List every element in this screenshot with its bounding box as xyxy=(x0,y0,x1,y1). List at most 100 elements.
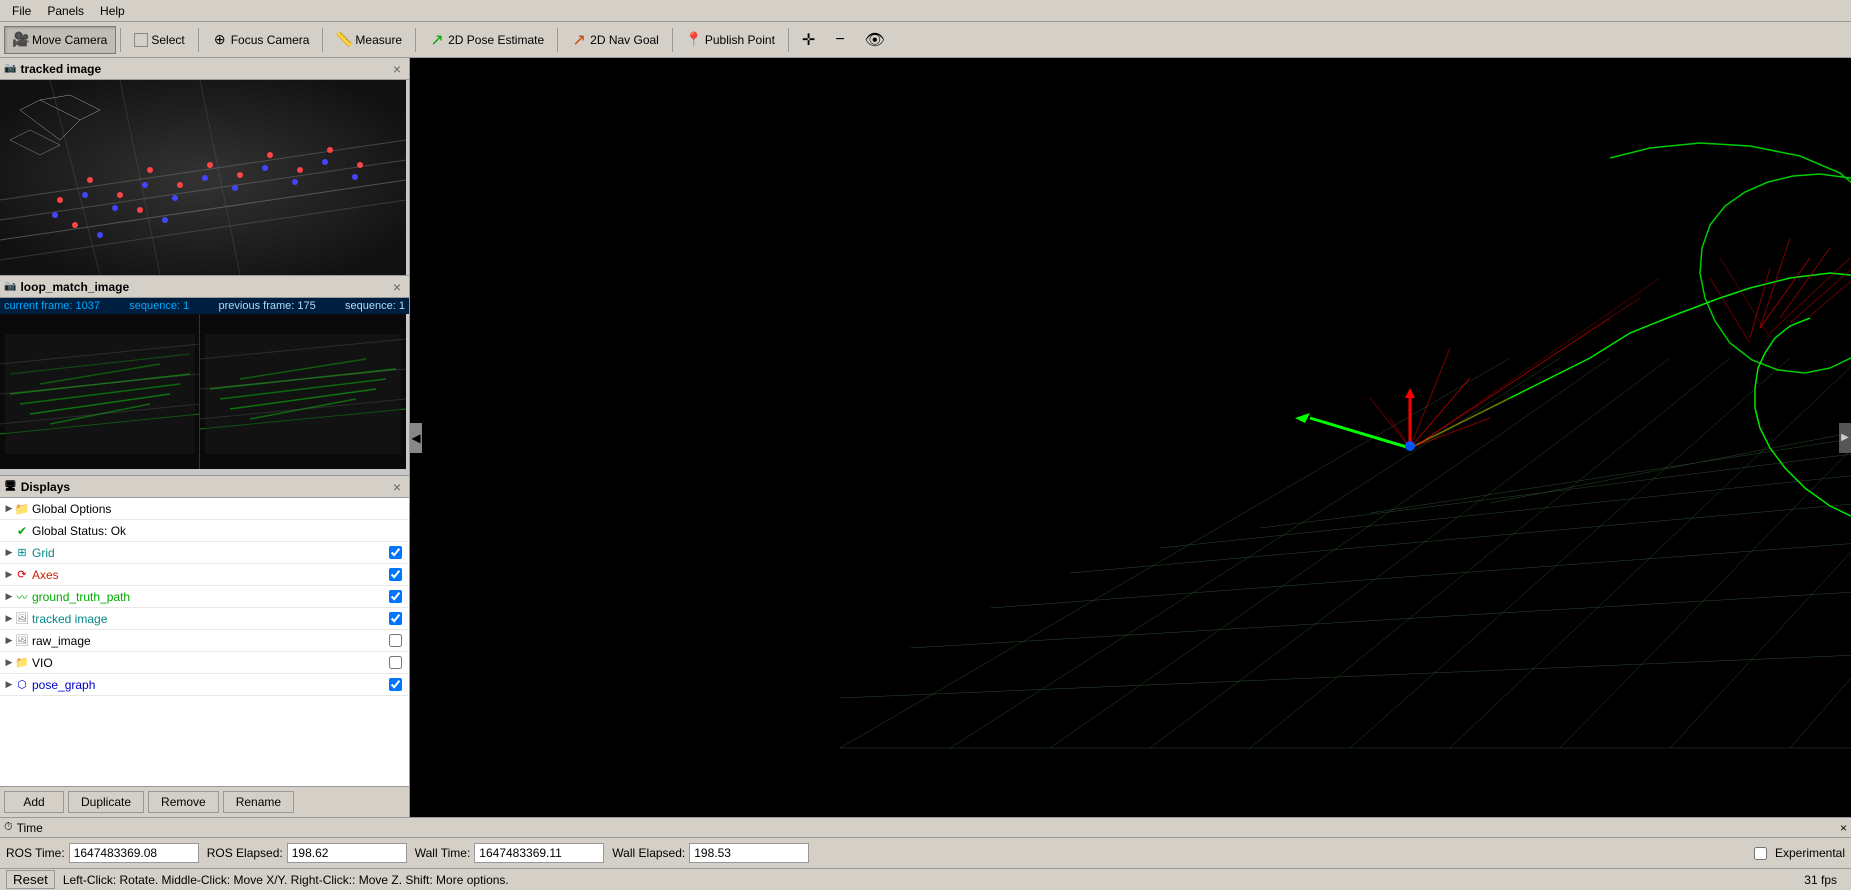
time-panel-title: Time xyxy=(17,821,43,835)
axes-checkbox[interactable] xyxy=(389,568,402,581)
menu-file[interactable]: File xyxy=(4,2,39,20)
display-row-grid[interactable]: ▶ ⊞ Grid xyxy=(0,542,409,564)
right-collapse-handle[interactable]: ▶ xyxy=(1839,423,1851,453)
time-right: Experimental xyxy=(1754,846,1845,860)
pose-graph-toggle: ▶ xyxy=(4,680,14,690)
focus-camera-button[interactable]: ⊕ Focus Camera xyxy=(203,26,319,54)
ground-truth-checkbox-container xyxy=(385,590,405,603)
ros-elapsed-field: ROS Elapsed: xyxy=(207,843,407,863)
tracked-image-icon: 📷 xyxy=(4,63,16,74)
loop-match-label: loop_match_image xyxy=(20,280,129,294)
time-panel-close[interactable]: × xyxy=(1840,821,1847,835)
menu-panels[interactable]: Panels xyxy=(39,2,92,20)
display-row-pose-graph[interactable]: ▶ ⬡ pose_graph xyxy=(0,674,409,696)
tracked-image-header: 📷 tracked image × xyxy=(0,58,409,80)
tracked-image-canvas xyxy=(0,80,406,275)
menu-bar: File Panels Help xyxy=(0,0,1851,22)
grid-toggle: ▶ xyxy=(4,548,14,558)
pose-graph-checkbox[interactable] xyxy=(389,678,402,691)
loop-match-icon: 📷 xyxy=(4,281,16,292)
displays-panel: 🖥 Displays × ▶ 📁 Global Options ✔ Global… xyxy=(0,476,409,817)
loop-match-canvas xyxy=(0,314,406,469)
experimental-checkbox[interactable] xyxy=(1754,847,1767,860)
duplicate-button[interactable]: Duplicate xyxy=(68,791,144,813)
axes-icon: ⟳ xyxy=(14,567,30,583)
collapse-handle[interactable]: ◀ xyxy=(410,423,422,453)
select-icon xyxy=(134,33,148,47)
display-row-tracked-image[interactable]: ▶ 🖼 tracked image xyxy=(0,608,409,630)
experimental-label: Experimental xyxy=(1775,846,1845,860)
toolbar: 🎥 Move Camera Select ⊕ Focus Camera 📏 Me… xyxy=(0,22,1851,58)
pose-estimate-button[interactable]: ↗ 2D Pose Estimate xyxy=(420,26,553,54)
display-row-global-options[interactable]: ▶ 📁 Global Options xyxy=(0,498,409,520)
zoom-out-icon: − xyxy=(835,31,844,49)
raw-image-checkbox[interactable] xyxy=(389,634,402,647)
rename-button[interactable]: Rename xyxy=(223,791,294,813)
publish-point-icon: 📍 xyxy=(686,32,702,48)
displays-header: 🖥 Displays × xyxy=(0,476,409,498)
reset-button[interactable]: Reset xyxy=(6,870,55,889)
displays-icon: 🖥 xyxy=(4,481,17,492)
bottom-panels: ⏱ Time × ROS Time: ROS Elapsed: Wall Tim… xyxy=(0,817,1851,875)
global-options-toggle: ▶ xyxy=(4,504,14,514)
zoom-in-button[interactable]: 👁 xyxy=(856,26,894,54)
move-camera-icon: 🎥 xyxy=(13,32,29,48)
move-camera-button[interactable]: 🎥 Move Camera xyxy=(4,26,116,54)
global-status-name: Global Status: Ok xyxy=(32,524,405,538)
display-row-axes[interactable]: ▶ ⟳ Axes xyxy=(0,564,409,586)
zoom-in-icon: 👁 xyxy=(865,30,885,50)
loop-match-close[interactable]: × xyxy=(389,279,405,295)
grid-checkbox-container xyxy=(385,546,405,559)
interact-button[interactable]: ✛ xyxy=(793,26,824,54)
nav-goal-button[interactable]: ↗ 2D Nav Goal xyxy=(562,26,668,54)
wall-elapsed-input[interactable] xyxy=(689,843,809,863)
measure-button[interactable]: 📏 Measure xyxy=(327,26,411,54)
display-row-ground-truth[interactable]: ▶ 〰 ground_truth_path xyxy=(0,586,409,608)
zoom-out-button[interactable]: − xyxy=(826,26,853,54)
add-button[interactable]: Add xyxy=(4,791,64,813)
measure-icon: 📏 xyxy=(336,32,352,48)
tracked-image-label: tracked image xyxy=(20,62,101,76)
remove-button[interactable]: Remove xyxy=(148,791,219,813)
loop-match-right-svg xyxy=(200,314,406,469)
grid-checkbox[interactable] xyxy=(389,546,402,559)
wall-time-input[interactable] xyxy=(474,843,604,863)
tracked-image-svg xyxy=(0,80,406,275)
ros-time-field: ROS Time: xyxy=(6,843,199,863)
vio-checkbox[interactable] xyxy=(389,656,402,669)
toolbar-sep-4 xyxy=(415,28,416,52)
toolbar-sep-3 xyxy=(322,28,323,52)
display-row-global-status[interactable]: ✔ Global Status: Ok xyxy=(0,520,409,542)
previous-frame-text: previous frame: 175 xyxy=(219,300,316,312)
3d-viewport[interactable]: ◀ ▶ xyxy=(410,58,1851,817)
vio-icon: 📁 xyxy=(14,655,30,671)
ros-time-input[interactable] xyxy=(69,843,199,863)
current-frame-text: current frame: 1037 xyxy=(4,300,100,312)
wall-elapsed-label: Wall Elapsed: xyxy=(612,846,685,860)
axes-name: Axes xyxy=(32,568,385,582)
tracked-image-display-icon: 🖼 xyxy=(14,611,30,627)
display-row-vio[interactable]: ▶ 📁 VIO xyxy=(0,652,409,674)
publish-point-button[interactable]: 📍 Publish Point xyxy=(677,26,784,54)
tracked-image-checkbox[interactable] xyxy=(389,612,402,625)
menu-help[interactable]: Help xyxy=(92,2,133,20)
grid-icon: ⊞ xyxy=(14,545,30,561)
ground-truth-checkbox[interactable] xyxy=(389,590,402,603)
vio-checkbox-container xyxy=(385,656,405,669)
select-button[interactable]: Select xyxy=(125,26,193,54)
displays-close[interactable]: × xyxy=(389,479,405,495)
loop-match-left-svg xyxy=(0,314,200,469)
pose-estimate-icon: ↗ xyxy=(429,32,445,48)
global-status-icon: ✔ xyxy=(14,523,30,539)
tracked-image-close[interactable]: × xyxy=(389,61,405,77)
display-row-raw-image[interactable]: ▶ 🖼 raw_image xyxy=(0,630,409,652)
displays-buttons: Add Duplicate Remove Rename xyxy=(0,786,409,817)
interact-icon: ✛ xyxy=(802,30,815,50)
ros-elapsed-input[interactable] xyxy=(287,843,407,863)
main-layout: 📷 tracked image × xyxy=(0,58,1851,817)
toolbar-sep-5 xyxy=(557,28,558,52)
time-panel-content: ROS Time: ROS Elapsed: Wall Time: Wall E… xyxy=(0,838,1851,868)
loop-match-panel: 📷 loop_match_image × current frame: 1037… xyxy=(0,276,409,476)
pose-graph-icon: ⬡ xyxy=(14,677,30,693)
toolbar-sep-1 xyxy=(120,28,121,52)
